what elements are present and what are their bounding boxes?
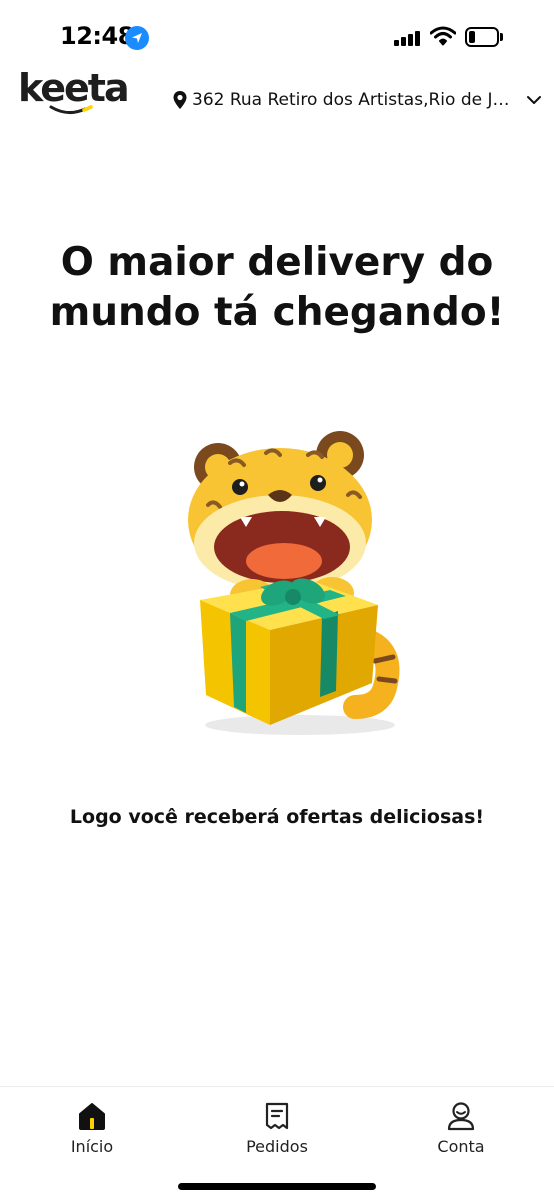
address-text: 362 Rua Retiro dos Artistas,Rio de Ja...: [192, 90, 518, 110]
page-headline: O maior delivery do mundo tá chegando!: [20, 238, 534, 338]
tab-label-pedidos: Pedidos: [246, 1137, 308, 1156]
tab-label-conta: Conta: [437, 1137, 485, 1156]
headline-line-1: O maior delivery do: [60, 240, 494, 285]
user-icon: [447, 1102, 475, 1131]
status-bar: 12:48: [0, 0, 554, 62]
app-screen: 12:48 keeta 362 Rua Retiro dos Artistas,…: [0, 0, 554, 1200]
location-pin-icon: [173, 91, 187, 109]
keeta-logo[interactable]: keeta: [18, 66, 130, 118]
wifi-icon: [429, 26, 457, 50]
receipt-icon: [265, 1102, 289, 1130]
logo-smile-mark: [49, 105, 93, 114]
home-indicator[interactable]: [178, 1183, 376, 1190]
tab-pedidos[interactable]: Pedidos: [217, 1101, 337, 1161]
subtitle-text: Logo você receberá ofertas deliciosas!: [69, 806, 485, 828]
battery-icon: [465, 27, 503, 47]
location-arrow-icon: [125, 26, 149, 50]
home-icon: [79, 1103, 105, 1130]
tab-label-inicio: Início: [70, 1137, 114, 1156]
tab-conta[interactable]: Conta: [401, 1101, 521, 1161]
tiger-mascot-gift-illustration: [188, 431, 400, 735]
status-time: 12:48: [60, 22, 134, 50]
tab-inicio[interactable]: Início: [32, 1101, 152, 1161]
delivery-address-selector[interactable]: 362 Rua Retiro dos Artistas,Rio de Ja...: [172, 88, 544, 112]
headline-line-2: mundo tá chegando!: [49, 290, 505, 335]
cellular-signal-icon: [394, 30, 422, 46]
chevron-down-icon: [527, 96, 541, 104]
